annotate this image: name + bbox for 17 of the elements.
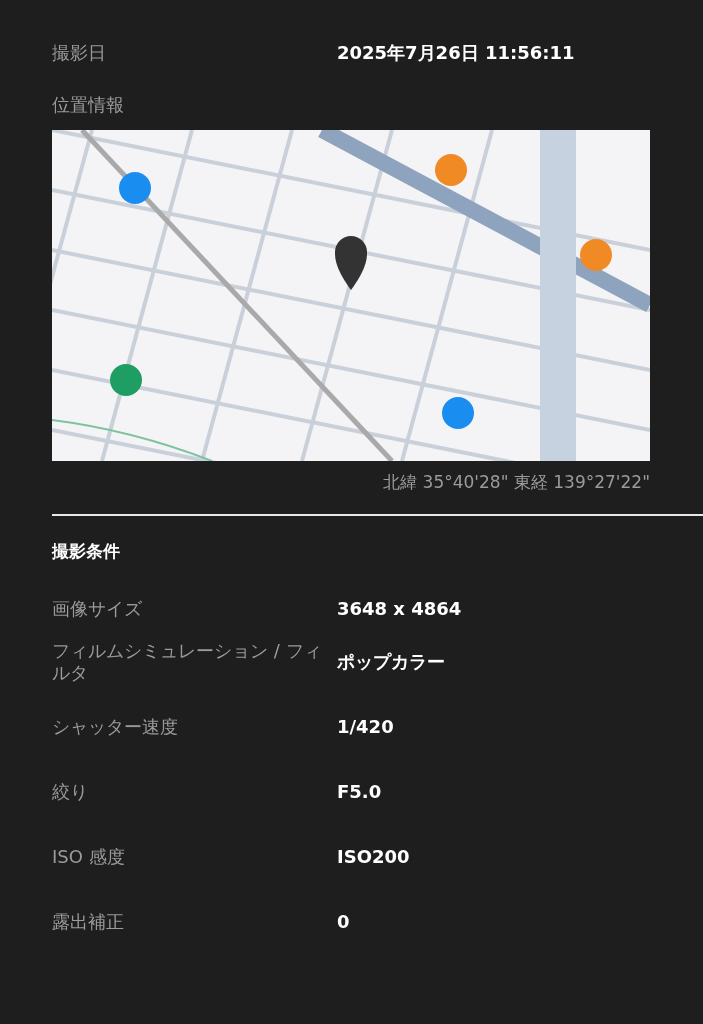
field-label: 絞り — [52, 780, 89, 803]
field-value: 3648 x 4864 — [337, 598, 462, 620]
field-label: 画像サイズ — [52, 598, 143, 620]
field-label: 撮影日 — [52, 42, 107, 64]
field-label: 露出補正 — [52, 910, 125, 933]
field-value: 1/420 — [337, 715, 394, 738]
field-value: 0 — [337, 910, 350, 933]
field-value: ISO200 — [337, 845, 410, 868]
field-value: F5.0 — [337, 780, 382, 803]
field-label: フィルムシミュレーション / フィルタ — [52, 639, 323, 684]
field-label: ISO 感度 — [52, 845, 126, 868]
section-title: 撮影条件 — [52, 540, 121, 563]
field-value: 2025年7月26日 11:56:11 — [337, 42, 575, 64]
coordinates-text: 北緯 35°40'28" 東経 139°27'22" — [382, 471, 650, 494]
field-label: シャッター速度 — [52, 715, 179, 738]
field-value: ポップカラー — [337, 650, 445, 673]
field-label: 位置情報 — [52, 94, 125, 116]
